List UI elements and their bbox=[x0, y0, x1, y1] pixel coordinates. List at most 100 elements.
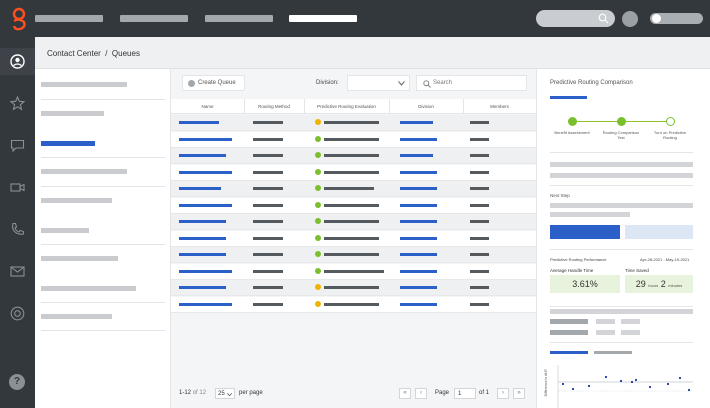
status-toggle[interactable] bbox=[650, 13, 703, 24]
division-label: Division: bbox=[316, 80, 339, 86]
queue-name-link[interactable] bbox=[179, 154, 226, 157]
placeholder-text bbox=[550, 319, 588, 324]
queue-name-link[interactable] bbox=[179, 236, 226, 240]
left-panel-item-selected[interactable] bbox=[41, 141, 95, 146]
table-row[interactable] bbox=[171, 148, 536, 164]
queue-name-link[interactable] bbox=[179, 170, 232, 174]
evaluation-cell bbox=[324, 253, 379, 256]
left-panel-item[interactable] bbox=[41, 198, 112, 203]
breadcrumb-text: Contact Center / Queues bbox=[47, 49, 140, 58]
table-row[interactable] bbox=[171, 296, 536, 313]
queue-search-input[interactable]: Search bbox=[416, 75, 527, 91]
create-queue-button[interactable]: Create Queue bbox=[182, 75, 245, 91]
placeholder-text bbox=[621, 330, 640, 335]
evaluation-status-icon bbox=[315, 135, 321, 142]
left-panel-item[interactable] bbox=[41, 82, 127, 87]
left-panel-item[interactable] bbox=[41, 314, 112, 319]
performance-title: Predictive Routing Performance bbox=[550, 257, 607, 262]
time-saved-hours: 29 bbox=[635, 279, 646, 289]
nav-item-2[interactable] bbox=[120, 15, 188, 22]
members-cell bbox=[470, 253, 489, 256]
members-cell bbox=[470, 154, 489, 157]
queue-name-link[interactable] bbox=[179, 220, 226, 223]
evaluation-status-icon bbox=[315, 284, 321, 290]
table-row[interactable] bbox=[171, 214, 536, 230]
queue-name-link[interactable] bbox=[179, 121, 219, 124]
division-link[interactable] bbox=[400, 137, 437, 141]
division-link[interactable] bbox=[400, 187, 437, 190]
evaluation-cell bbox=[324, 170, 379, 174]
col-evaluation[interactable]: Predictive Routing Evaluation bbox=[304, 104, 389, 109]
left-panel-item[interactable] bbox=[41, 228, 89, 233]
user-circle-icon[interactable] bbox=[9, 53, 26, 70]
evaluation-status-icon bbox=[315, 201, 321, 208]
col-name[interactable]: Name bbox=[171, 104, 244, 109]
video-icon[interactable] bbox=[9, 179, 26, 196]
prev-page-button[interactable]: ‹ bbox=[415, 388, 427, 399]
step-dot-complete[interactable] bbox=[568, 117, 577, 126]
left-panel-item[interactable] bbox=[41, 169, 127, 174]
queue-name-link[interactable] bbox=[179, 302, 232, 306]
nav-item-3[interactable] bbox=[205, 15, 273, 22]
division-link[interactable] bbox=[400, 220, 437, 223]
global-search[interactable] bbox=[536, 10, 615, 27]
members-cell bbox=[470, 269, 489, 273]
table-row[interactable] bbox=[171, 280, 536, 296]
user-avatar[interactable] bbox=[622, 11, 638, 27]
nav-item-4-active[interactable] bbox=[289, 15, 357, 22]
next-page-button[interactable]: › bbox=[497, 388, 509, 399]
first-page-button[interactable]: « bbox=[399, 388, 411, 399]
table-row[interactable] bbox=[171, 115, 536, 131]
queue-name-link[interactable] bbox=[179, 187, 221, 190]
chart-point bbox=[666, 382, 670, 386]
table-row[interactable] bbox=[171, 230, 536, 247]
chat-icon[interactable] bbox=[9, 137, 26, 154]
table-row[interactable] bbox=[171, 247, 536, 263]
col-routing-method[interactable]: Routing Method bbox=[244, 104, 304, 109]
placeholder-text bbox=[550, 162, 693, 167]
step-dot-complete[interactable] bbox=[617, 117, 626, 126]
table-row[interactable] bbox=[171, 181, 536, 197]
table-header: Name Routing Method Predictive Routing E… bbox=[171, 99, 536, 114]
step-dot-pending[interactable] bbox=[666, 117, 675, 126]
table-row[interactable] bbox=[171, 197, 536, 214]
queue-name-link[interactable] bbox=[179, 286, 226, 289]
star-icon[interactable] bbox=[9, 95, 26, 112]
mail-icon[interactable] bbox=[9, 263, 26, 280]
evaluation-status-icon bbox=[315, 168, 321, 175]
last-page-button[interactable]: » bbox=[513, 388, 525, 399]
left-panel-item[interactable] bbox=[41, 111, 104, 116]
division-select[interactable] bbox=[347, 75, 410, 91]
col-members[interactable]: Members bbox=[463, 104, 536, 109]
division-link[interactable] bbox=[400, 170, 437, 174]
create-queue-label: Create Queue bbox=[198, 80, 236, 86]
division-link[interactable] bbox=[400, 253, 437, 256]
col-division[interactable]: Division bbox=[389, 104, 463, 109]
help-icon[interactable]: ? bbox=[9, 374, 25, 390]
division-link[interactable] bbox=[400, 269, 437, 273]
per-page-select[interactable]: 25 bbox=[215, 388, 235, 399]
division-link[interactable] bbox=[400, 236, 437, 240]
lifebuoy-icon[interactable] bbox=[9, 305, 26, 322]
table-row[interactable] bbox=[171, 263, 536, 280]
table-row[interactable] bbox=[171, 131, 536, 148]
queue-name-link[interactable] bbox=[179, 253, 226, 256]
left-panel-item[interactable] bbox=[41, 256, 118, 261]
left-panel-item[interactable] bbox=[41, 286, 136, 291]
page-number-input[interactable]: 1 bbox=[454, 388, 476, 399]
primary-action-button[interactable] bbox=[550, 225, 620, 239]
division-link[interactable] bbox=[400, 302, 437, 306]
evaluation-cell bbox=[324, 121, 379, 124]
division-link[interactable] bbox=[400, 286, 437, 289]
division-link[interactable] bbox=[400, 121, 433, 124]
phone-icon[interactable] bbox=[9, 221, 26, 238]
table-row[interactable] bbox=[171, 164, 536, 181]
queue-name-link[interactable] bbox=[179, 269, 232, 273]
queue-name-link[interactable] bbox=[179, 203, 232, 207]
nav-item-1[interactable] bbox=[35, 15, 103, 22]
division-link[interactable] bbox=[400, 154, 433, 157]
secondary-action-button[interactable] bbox=[625, 225, 693, 239]
next-step-label: Next Step bbox=[550, 193, 570, 198]
queue-name-link[interactable] bbox=[179, 137, 232, 141]
division-link[interactable] bbox=[400, 203, 437, 207]
